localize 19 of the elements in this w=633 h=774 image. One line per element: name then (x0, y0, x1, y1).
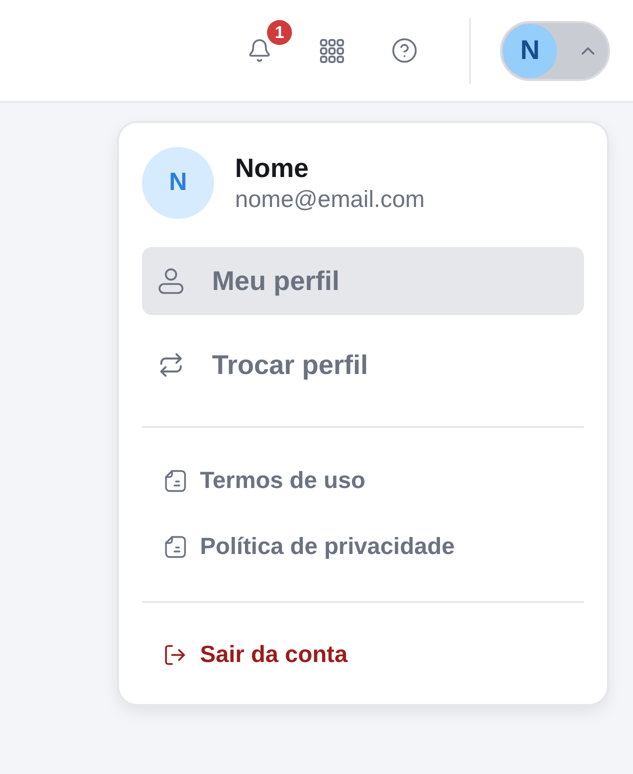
document-icon (165, 536, 186, 558)
apps-grid-icon (320, 38, 344, 62)
logout-icon (163, 643, 187, 667)
menu-link[interactable]: Política de privacidade (142, 525, 584, 569)
menu-item[interactable]: Meu perfil (142, 247, 584, 315)
notification-count-badge: 1 (267, 20, 292, 44)
swap-arrows-icon (158, 352, 184, 378)
avatar-initial: N (503, 24, 557, 78)
profile-toggle[interactable]: N (500, 20, 610, 80)
menu-item[interactable]: Trocar perfil (142, 331, 584, 399)
user-avatar: N (142, 147, 214, 219)
user-name: Nome (235, 152, 310, 184)
user-icon (158, 268, 184, 294)
bell-icon (246, 38, 272, 63)
document-icon (165, 470, 186, 492)
logout-button[interactable]: Sair da conta (142, 633, 584, 677)
user-email: nome@email.com (235, 184, 425, 214)
help-icon (390, 37, 418, 64)
menu-link[interactable]: Termos de uso (142, 459, 584, 503)
